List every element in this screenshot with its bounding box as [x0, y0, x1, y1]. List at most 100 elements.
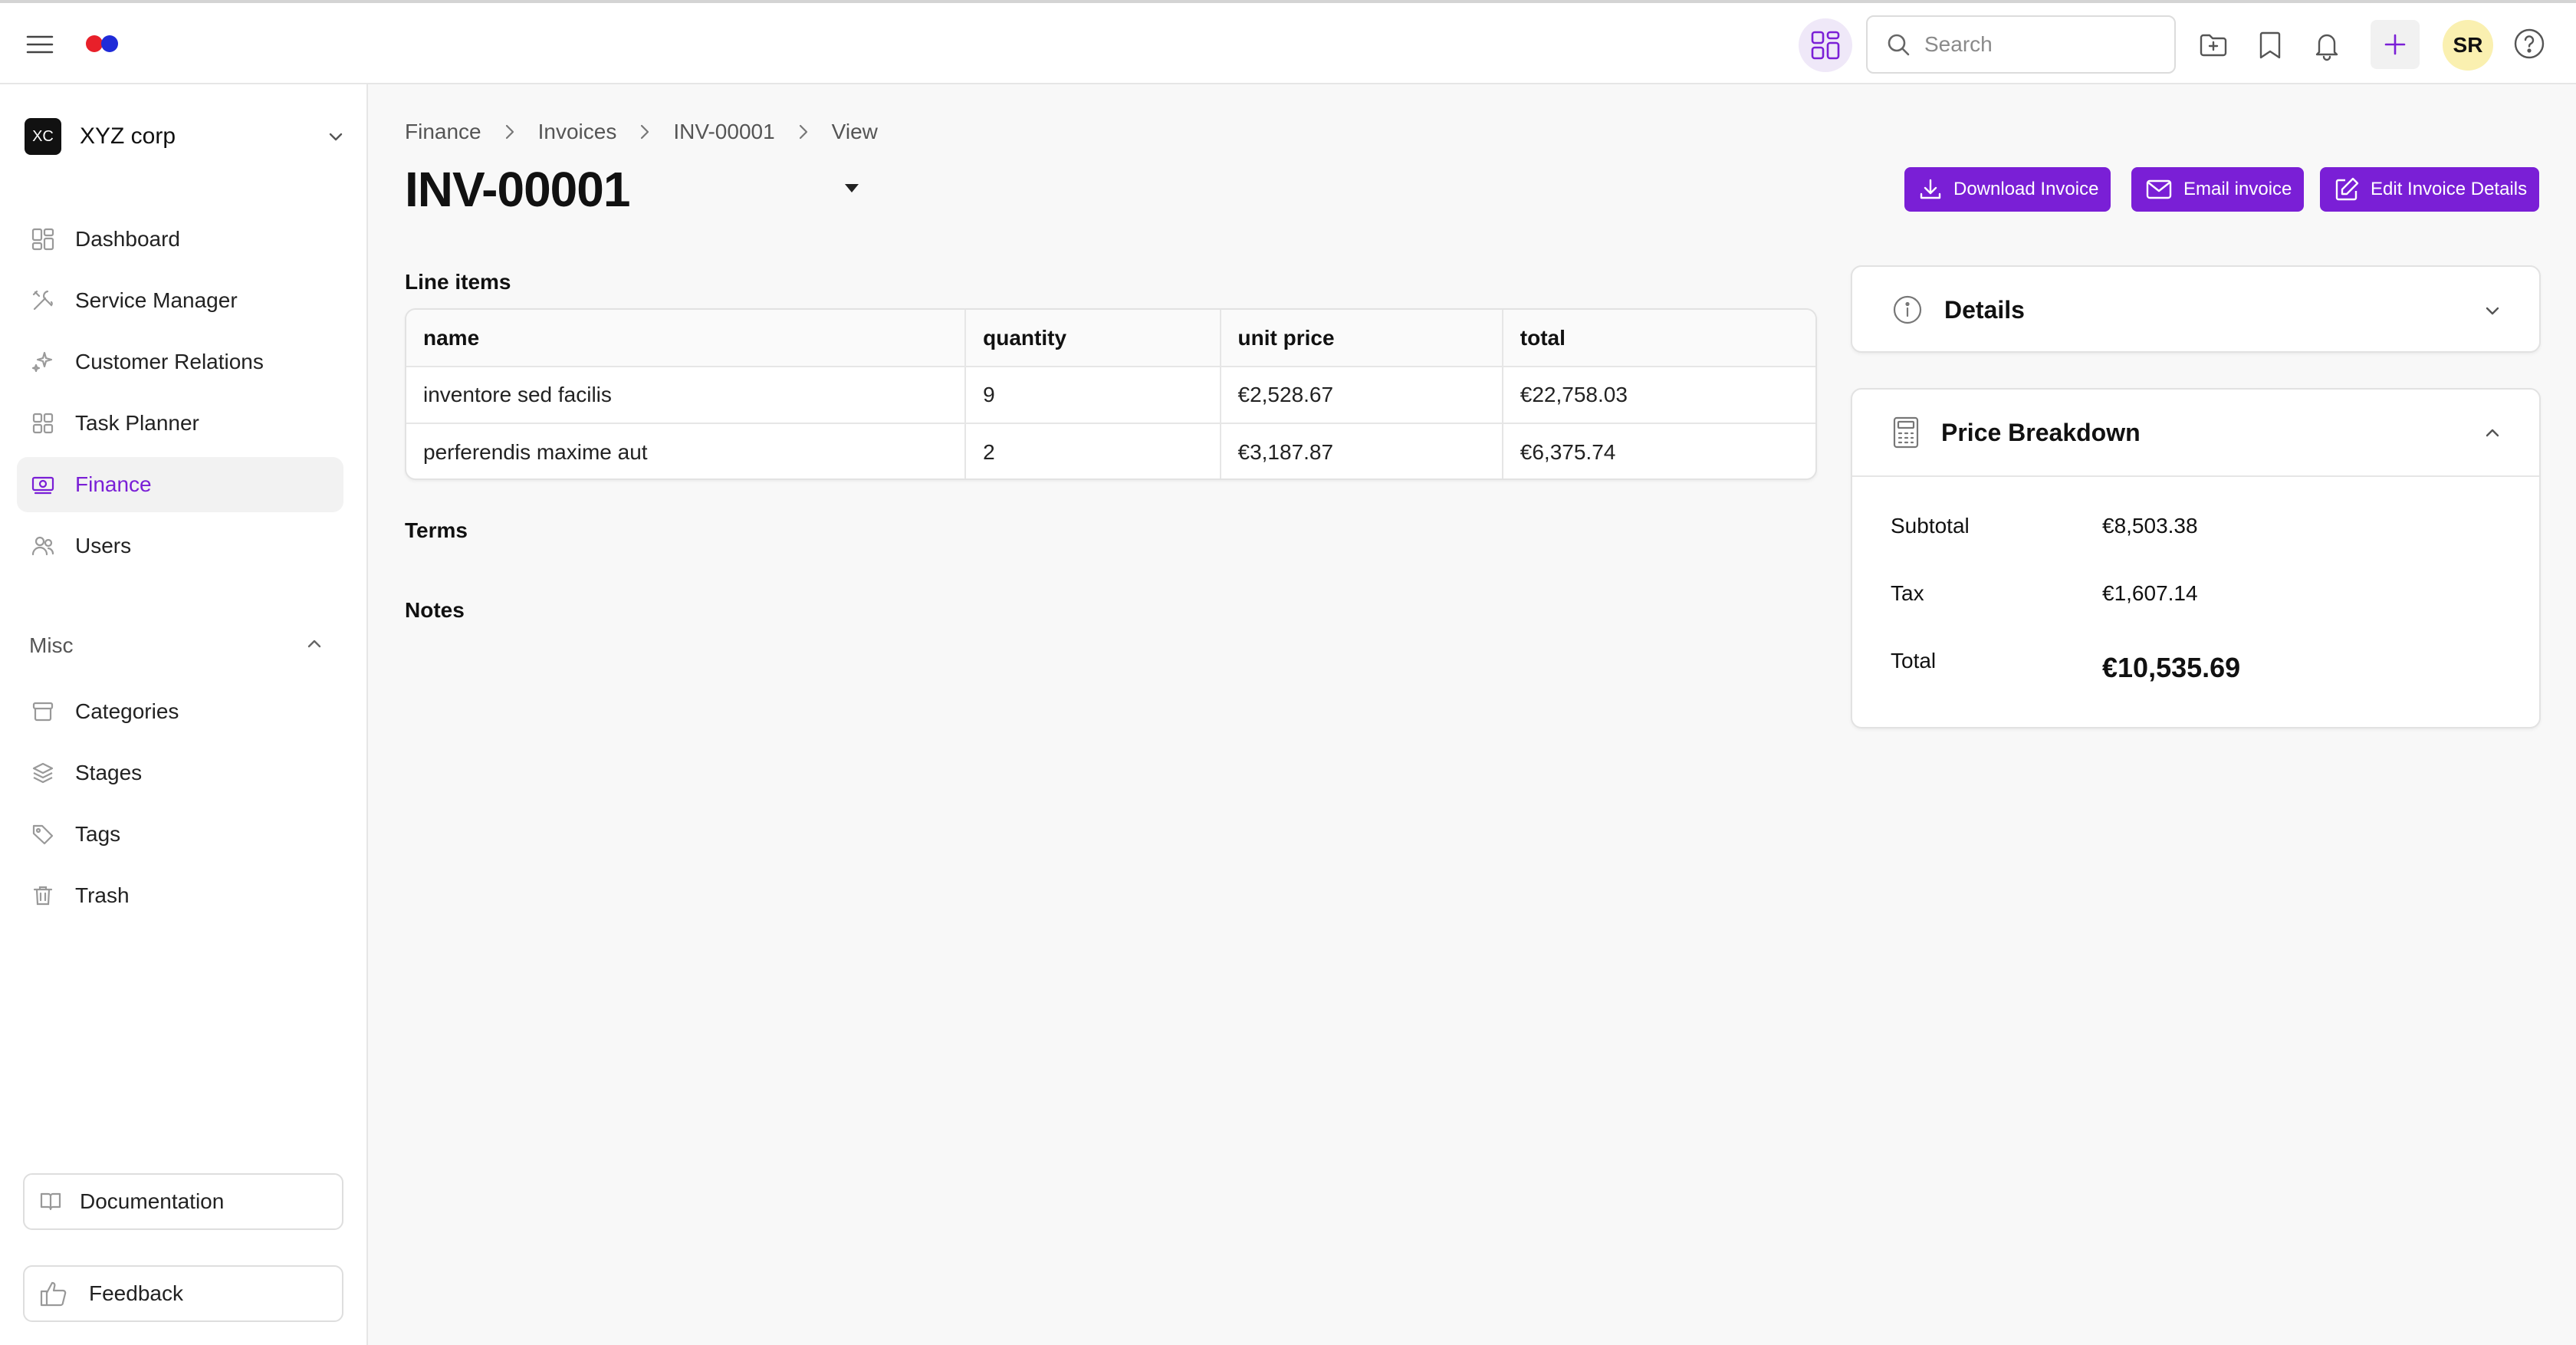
caret-down-icon[interactable] — [842, 181, 862, 195]
search-box[interactable] — [1866, 15, 2176, 74]
sidebar-item-label: Categories — [75, 699, 179, 723]
sidebar-item-label: Users — [75, 534, 132, 557]
hamburger-menu-icon[interactable] — [23, 31, 57, 58]
plus-icon — [2384, 34, 2406, 55]
app-logo[interactable] — [86, 35, 118, 52]
sidebar-item-label: Stages — [75, 761, 143, 784]
cell-quantity: 2 — [964, 423, 1221, 478]
archive-icon — [29, 698, 57, 725]
tax-value: €1,607.14 — [2102, 581, 2198, 605]
info-icon — [1892, 294, 1923, 325]
table-row[interactable]: inventore sed facilis 9 €2,528.67 €22,75… — [406, 367, 1815, 424]
sidebar-item-label: Finance — [75, 472, 152, 496]
edit-invoice-button[interactable]: Edit Invoice Details — [2320, 167, 2540, 212]
user-avatar[interactable]: SR — [2443, 20, 2493, 71]
terms-heading: Terms — [405, 518, 468, 542]
breadcrumb-view: View — [831, 120, 878, 143]
cell-quantity: 9 — [964, 367, 1221, 424]
org-switcher[interactable]: XC XYZ corp — [25, 113, 347, 159]
price-breakdown-panel: Price Breakdown Subtotal €8,503.38 Tax €… — [1851, 388, 2541, 728]
sidebar-item-dashboard[interactable]: Dashboard — [17, 212, 343, 267]
search-icon — [1886, 32, 1911, 57]
calculator-icon — [1892, 416, 1920, 449]
table-header-row: name quantity unit price total — [406, 310, 1815, 367]
breadcrumb-finance[interactable]: Finance — [405, 120, 481, 144]
sidebar-item-trash[interactable]: Trash — [17, 868, 343, 923]
org-name: XYZ corp — [80, 123, 176, 149]
details-panel: Details — [1851, 265, 2541, 353]
documentation-label: Documentation — [80, 1189, 225, 1213]
cell-unit-price: €2,528.67 — [1219, 367, 1503, 424]
sidebar-item-finance[interactable]: Finance — [17, 457, 343, 512]
details-title: Details — [1944, 295, 2025, 324]
email-invoice-label: Email invoice — [2183, 179, 2292, 199]
sidebar-item-task-planner[interactable]: Task Planner — [17, 396, 343, 451]
chevron-up-icon[interactable] — [304, 633, 328, 658]
cell-unit-price: €3,187.87 — [1219, 423, 1503, 478]
sidebar-item-label: Tags — [75, 822, 121, 846]
folder-plus-icon[interactable] — [2196, 28, 2231, 63]
sidebar-item-tags[interactable]: Tags — [17, 807, 343, 862]
feedback-label: Feedback — [89, 1281, 183, 1305]
cell-name: inventore sed facilis — [406, 367, 966, 424]
column-header[interactable]: name — [406, 310, 966, 367]
page-title: INV-00001 — [405, 162, 630, 217]
breadcrumb-invoice[interactable]: INV-00001 — [673, 120, 774, 144]
total-label: Total — [1891, 649, 1937, 672]
breadcrumb: Finance Invoices INV-00001 View — [405, 120, 878, 144]
sidebar-item-users[interactable]: Users — [17, 518, 343, 574]
sidebar-item-label: Service Manager — [75, 288, 238, 312]
tax-label: Tax — [1891, 581, 1924, 605]
search-input[interactable] — [1924, 32, 2154, 57]
documentation-button[interactable]: Documentation — [23, 1173, 343, 1230]
details-panel-header[interactable]: Details — [1852, 267, 2539, 353]
sidebar: XC XYZ corp Dashboard Service Manager Cu… — [0, 84, 368, 1345]
edit-icon — [2334, 176, 2360, 202]
help-icon[interactable] — [2513, 28, 2548, 63]
cell-total: €6,375.74 — [1501, 423, 1815, 478]
users-icon — [29, 532, 57, 560]
chevron-right-icon — [503, 123, 517, 140]
org-badge: XC — [25, 118, 61, 155]
apps-grid-icon[interactable] — [1799, 18, 1852, 72]
cell-name: perferendis maxime aut — [423, 439, 648, 464]
bell-icon[interactable] — [2309, 28, 2344, 63]
price-breakdown-header[interactable]: Price Breakdown — [1852, 390, 2539, 475]
feedback-button[interactable]: Feedback — [23, 1265, 343, 1322]
sidebar-item-customer-relations[interactable]: Customer Relations — [17, 334, 343, 390]
misc-section-label: Misc — [29, 633, 74, 657]
subtotal-label: Subtotal — [1891, 514, 1970, 538]
money-icon — [29, 471, 57, 498]
sidebar-item-stages[interactable]: Stages — [17, 745, 343, 801]
email-invoice-button[interactable]: Email invoice — [2131, 167, 2305, 212]
chevron-down-icon — [325, 126, 347, 147]
download-invoice-button[interactable]: Download Invoice — [1904, 167, 2111, 212]
trash-icon — [29, 882, 57, 909]
book-icon — [38, 1189, 63, 1214]
sidebar-item-categories[interactable]: Categories — [17, 684, 343, 739]
bookmark-icon[interactable] — [2252, 28, 2288, 63]
download-invoice-label: Download Invoice — [1953, 179, 2099, 199]
column-header[interactable]: quantity — [964, 310, 1221, 367]
top-bar: SR — [0, 0, 2576, 84]
layers-icon — [29, 759, 57, 787]
chevron-right-icon — [638, 123, 652, 140]
chevron-down-icon — [2481, 299, 2504, 322]
line-items-heading: Line items — [405, 270, 511, 294]
column-header[interactable]: total — [1501, 310, 1815, 367]
sparkles-icon — [29, 348, 57, 376]
column-header[interactable]: unit price — [1219, 310, 1503, 367]
dashboard-icon — [29, 225, 57, 253]
mail-icon — [2145, 179, 2173, 200]
subtotal-value: €8,503.38 — [2102, 514, 2198, 538]
table-row[interactable]: perferendis maxime aut 2 €3,187.87 €6,37… — [406, 423, 1815, 478]
cell-total: €22,758.03 — [1501, 367, 1815, 424]
breadcrumb-invoices[interactable]: Invoices — [538, 120, 617, 144]
tag-icon — [29, 820, 57, 848]
download-icon — [1918, 177, 1943, 202]
add-button[interactable] — [2371, 20, 2420, 69]
edit-invoice-label: Edit Invoice Details — [2371, 179, 2528, 199]
sidebar-item-label: Task Planner — [75, 411, 199, 435]
sidebar-item-service-manager[interactable]: Service Manager — [17, 273, 343, 328]
thumbs-up-icon — [38, 1280, 69, 1307]
